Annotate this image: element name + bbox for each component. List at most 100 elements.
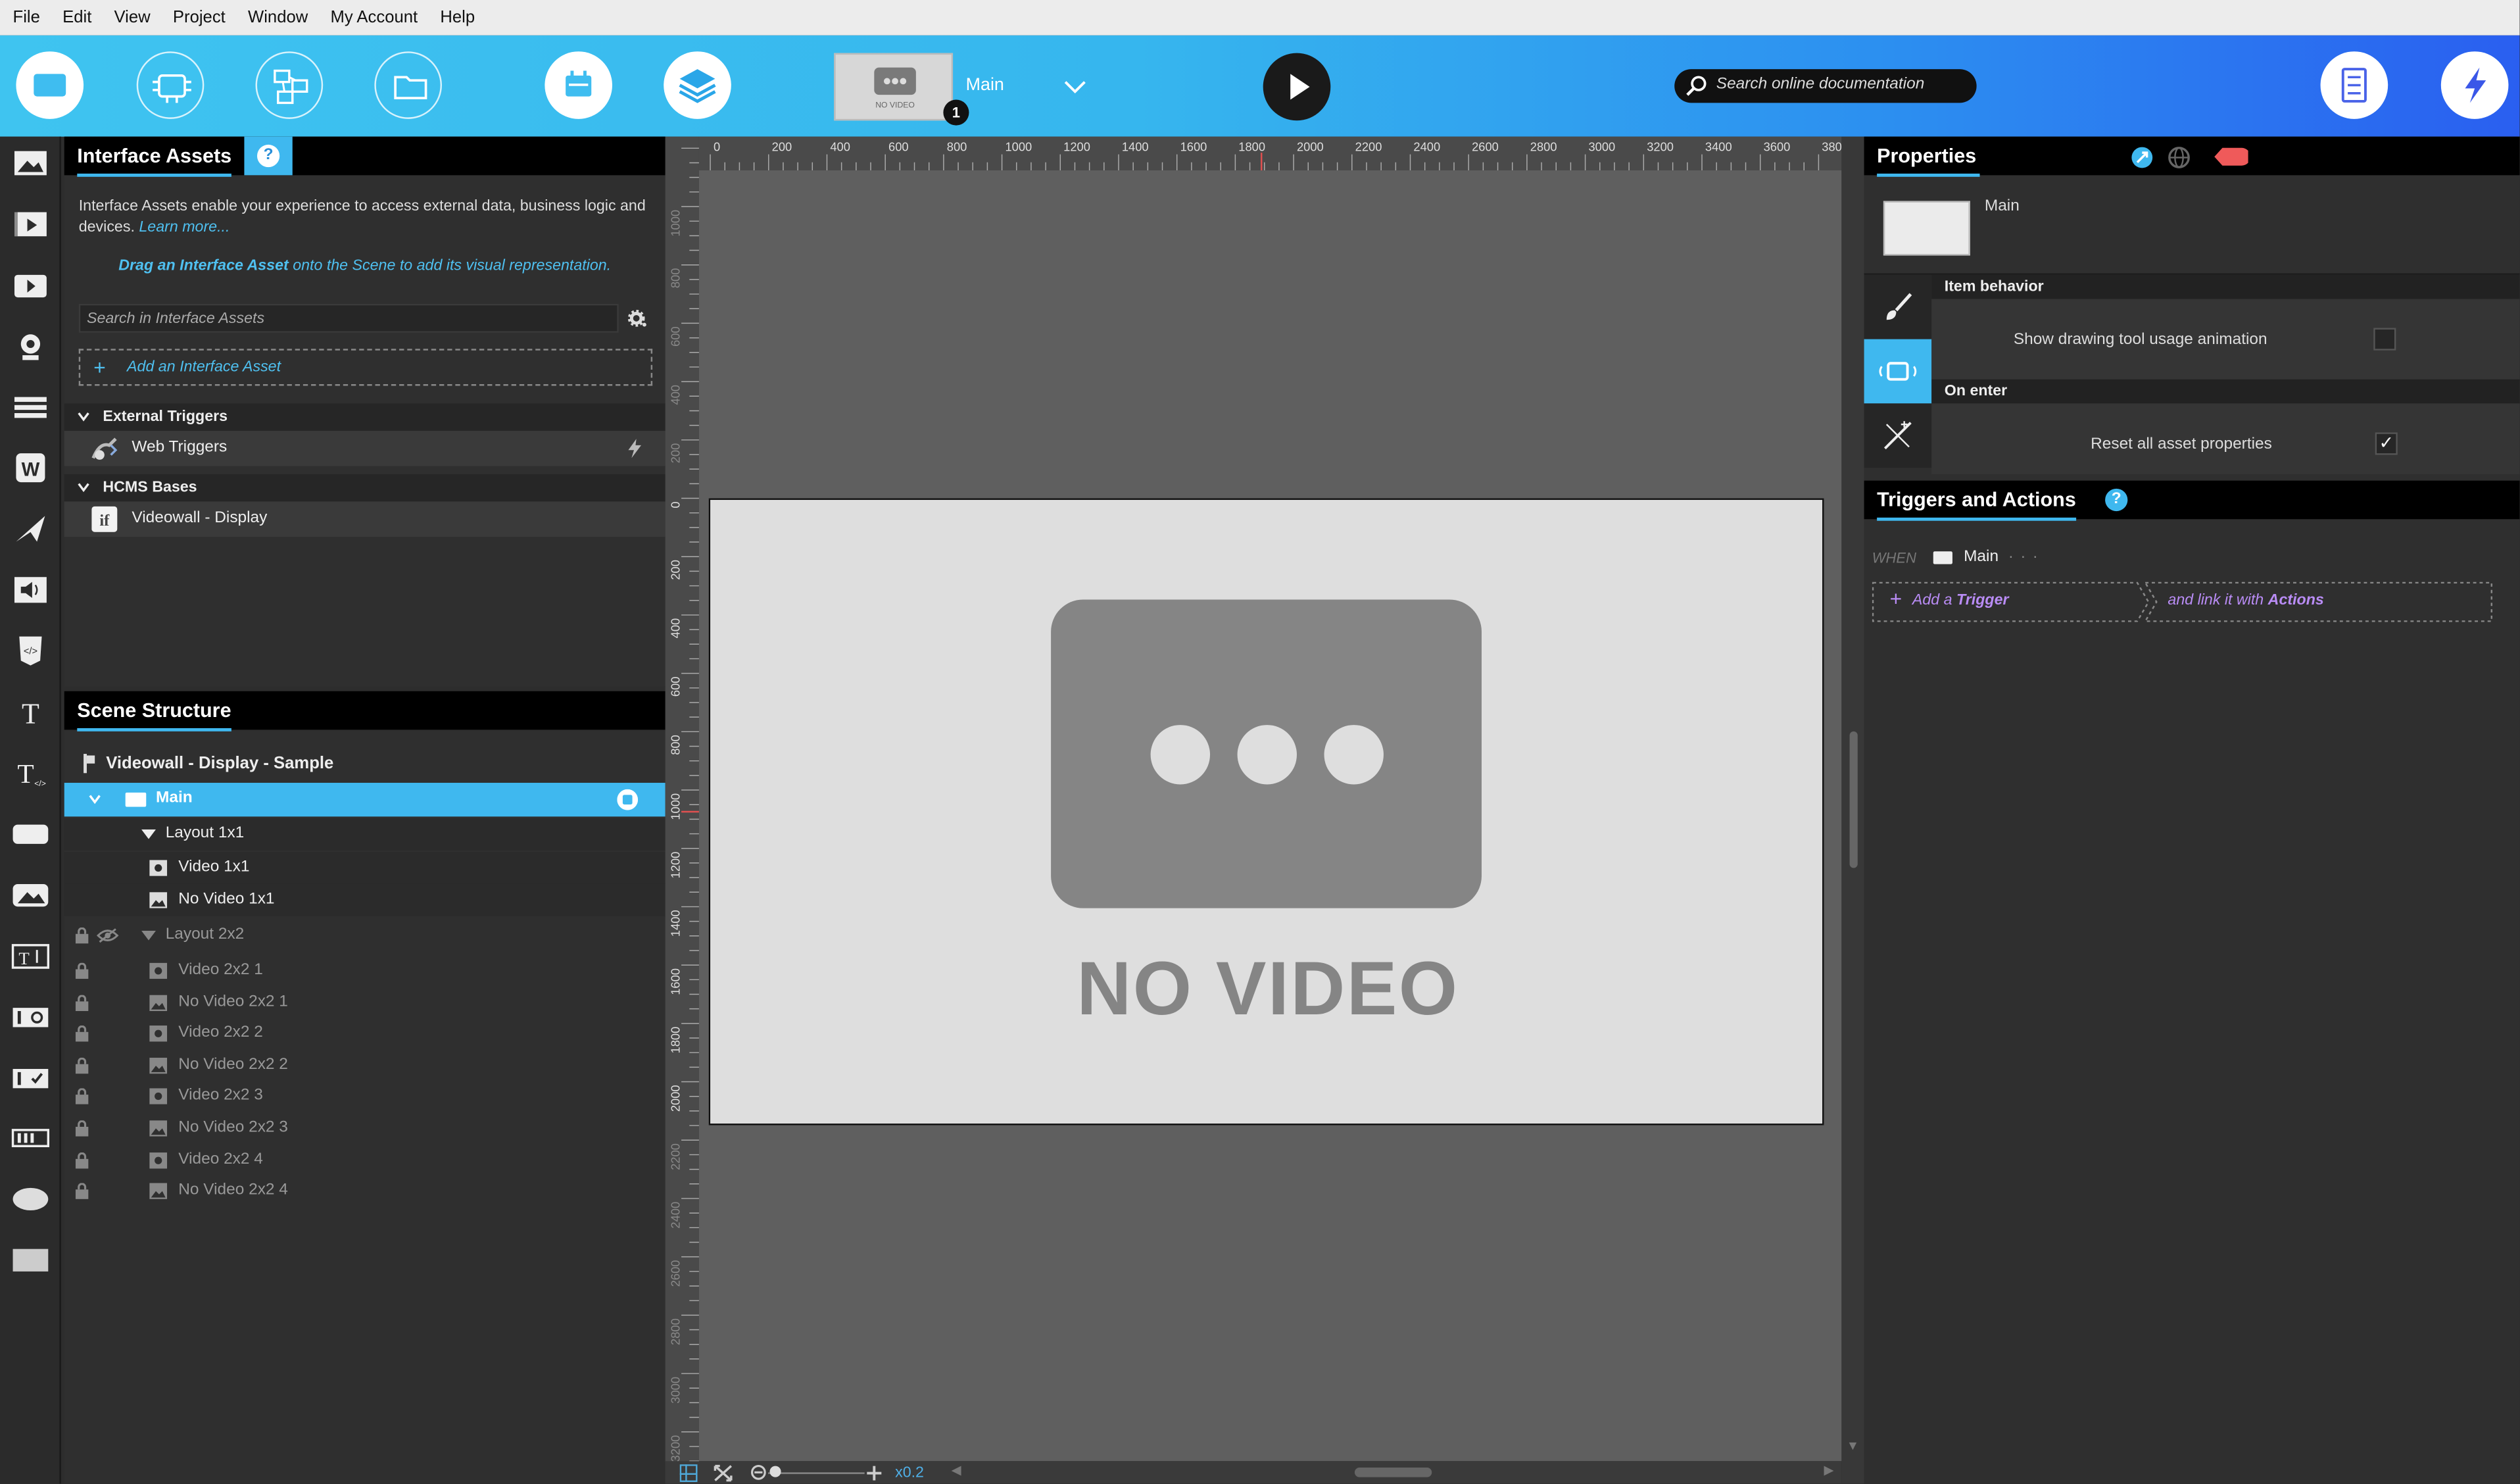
rectangle-button-tool-icon[interactable] xyxy=(11,818,50,851)
image-button-tool-icon[interactable] xyxy=(11,879,50,912)
play-button[interactable] xyxy=(1263,53,1331,121)
lock-icon[interactable] xyxy=(75,994,89,1011)
hidden-eye-icon[interactable] xyxy=(96,928,119,943)
add-interface-asset-button[interactable]: + Add an Interface Asset xyxy=(78,349,653,386)
scene-dropdown-chevron-icon[interactable] xyxy=(1064,79,1086,95)
search-settings-gear-icon[interactable] xyxy=(627,309,648,330)
lock-icon[interactable] xyxy=(75,1089,89,1105)
text-html-tool-icon[interactable]: T </> xyxy=(11,757,50,789)
zoom-in-icon[interactable] xyxy=(865,1464,884,1482)
scroll-right-arrow-icon[interactable]: ▶ xyxy=(1824,1463,1833,1477)
tree-item-video-2x2-1[interactable]: Video 2x2 1 xyxy=(64,954,666,987)
html5-tool-icon[interactable]: </> xyxy=(11,635,50,667)
lock-icon[interactable] xyxy=(75,1120,89,1137)
lock-icon[interactable] xyxy=(75,962,89,979)
asset-videowall-display[interactable]: if Videowall - Display xyxy=(64,501,666,537)
text-input-tool-icon[interactable]: T xyxy=(11,941,50,973)
tree-item-video-2x2-3[interactable]: Video 2x2 3 xyxy=(64,1081,666,1113)
rectangle-tool-icon[interactable] xyxy=(11,1244,50,1276)
menu-my-account[interactable]: My Account xyxy=(331,8,418,27)
vertical-scrollbar[interactable]: ▼ xyxy=(1841,136,1864,1484)
tree-item-no-video-2x2-4[interactable]: No Video 2x2 4 xyxy=(64,1175,666,1208)
tree-item-video-2x2-4[interactable]: Video 2x2 4 xyxy=(64,1144,666,1176)
ellipse-tool-icon[interactable] xyxy=(11,1183,50,1215)
lock-icon[interactable] xyxy=(75,927,89,944)
menu-project[interactable]: Project xyxy=(173,8,226,27)
scene-sync-icon[interactable] xyxy=(617,789,639,810)
section-external-triggers[interactable]: External Triggers xyxy=(64,403,666,431)
zoom-slider[interactable] xyxy=(768,1472,865,1474)
tree-layout-1x1[interactable]: Layout 1x1 xyxy=(64,818,666,851)
lock-icon[interactable] xyxy=(75,1152,89,1168)
interface-assets-button[interactable] xyxy=(136,51,205,119)
documentation-search[interactable]: Search online documentation xyxy=(1674,69,1977,103)
flash-tool-icon[interactable] xyxy=(11,513,50,545)
folder-button[interactable] xyxy=(374,51,442,119)
behavior-tab-enter[interactable] xyxy=(1864,339,1932,404)
stage-no-video[interactable]: NO VIDEO xyxy=(708,498,1824,1125)
image-tool-icon[interactable] xyxy=(11,148,50,180)
layers-button[interactable] xyxy=(664,51,731,119)
tree-item-video-2x2-2[interactable]: Video 2x2 2 xyxy=(64,1018,666,1050)
section-hcms-bases[interactable]: HCMS Bases xyxy=(64,474,666,502)
trigger-more-icon[interactable]: . . . xyxy=(2009,545,2039,562)
scroll-down-arrow-icon[interactable]: ▼ xyxy=(1847,1439,1859,1453)
menu-file[interactable]: File xyxy=(13,8,40,27)
interface-assets-help-button[interactable]: ? xyxy=(244,136,293,176)
progress-tool-icon[interactable] xyxy=(11,1122,50,1154)
lock-icon[interactable] xyxy=(75,1183,89,1200)
svg-text:T: T xyxy=(22,698,39,728)
tree-item-no-video-2x2-3[interactable]: No Video 2x2 3 xyxy=(64,1112,666,1145)
tree-scene-main[interactable]: Main xyxy=(64,783,666,817)
tree-item-no-video-1x1[interactable]: No Video 1x1 xyxy=(64,883,666,916)
calendar-button[interactable] xyxy=(545,51,613,119)
tree-item-video-1x1[interactable]: Video 1x1 xyxy=(64,852,666,884)
web-tool-icon[interactable]: W xyxy=(11,452,50,484)
drawing-animation-checkbox[interactable] xyxy=(2373,328,2396,351)
webcam-tool-icon[interactable] xyxy=(11,331,50,363)
tree-project-row[interactable]: Videowall - Display - Sample xyxy=(64,747,666,779)
network-button[interactable] xyxy=(255,51,324,119)
horizontal-scrollbar-thumb[interactable] xyxy=(1354,1468,1432,1477)
vertical-scrollbar-thumb[interactable] xyxy=(1849,731,1858,868)
interface-assets-search-input[interactable]: Search in Interface Assets xyxy=(78,303,619,333)
tree-layout-2x2[interactable]: Layout 2x2 xyxy=(64,920,666,952)
zoom-slider-thumb[interactable] xyxy=(769,1466,781,1477)
behavior-tab-brush[interactable] xyxy=(1864,274,1932,339)
eraser-icon[interactable] xyxy=(2213,146,2248,167)
globe-icon[interactable] xyxy=(2168,146,2190,168)
menu-edit[interactable]: Edit xyxy=(62,8,91,27)
checklist-button[interactable] xyxy=(2320,51,2388,119)
screen-button[interactable] xyxy=(16,51,84,119)
link-actions-button[interactable]: and link it with Actions xyxy=(2148,582,2492,622)
media-tool-icon[interactable] xyxy=(11,270,50,303)
lock-icon[interactable] xyxy=(75,1057,89,1074)
video-tool-icon[interactable] xyxy=(11,209,50,241)
tree-label: Video 2x2 4 xyxy=(178,1150,263,1168)
fit-to-screen-icon[interactable] xyxy=(714,1464,733,1482)
menu-help[interactable]: Help xyxy=(440,8,475,27)
lock-icon[interactable] xyxy=(75,1026,89,1042)
toggle-tool-icon[interactable] xyxy=(11,1001,50,1033)
menu-window[interactable]: Window xyxy=(248,8,308,27)
tree-item-no-video-2x2-1[interactable]: No Video 2x2 1 xyxy=(64,986,666,1018)
scroll-left-arrow-icon[interactable]: ◀ xyxy=(952,1463,961,1477)
zoom-out-icon[interactable] xyxy=(749,1464,768,1482)
scene-thumbnail[interactable]: NO VIDEO xyxy=(834,53,954,121)
add-trigger-button[interactable]: + Add a Trigger xyxy=(1872,582,2143,622)
tree-item-no-video-2x2-2[interactable]: No Video 2x2 2 xyxy=(64,1049,666,1081)
menu-view[interactable]: View xyxy=(114,8,151,27)
behavior-tab-magic[interactable] xyxy=(1864,403,1932,468)
reset-properties-checkbox[interactable]: ✓ xyxy=(2375,432,2398,455)
ruler-label: 2400 xyxy=(1413,140,1440,154)
triggers-help-icon[interactable]: ? xyxy=(2105,488,2128,512)
list-tool-icon[interactable] xyxy=(11,392,50,424)
text-tool-icon[interactable]: T xyxy=(11,696,50,728)
audio-tool-icon[interactable] xyxy=(11,574,50,606)
learn-more-link[interactable]: Learn more... xyxy=(139,218,230,236)
checkbox-tool-icon[interactable] xyxy=(11,1062,50,1095)
grid-icon[interactable] xyxy=(679,1464,698,1482)
asset-web-triggers[interactable]: Web Triggers xyxy=(64,430,666,466)
share-icon[interactable] xyxy=(2131,146,2153,168)
actions-button[interactable] xyxy=(2440,51,2509,119)
